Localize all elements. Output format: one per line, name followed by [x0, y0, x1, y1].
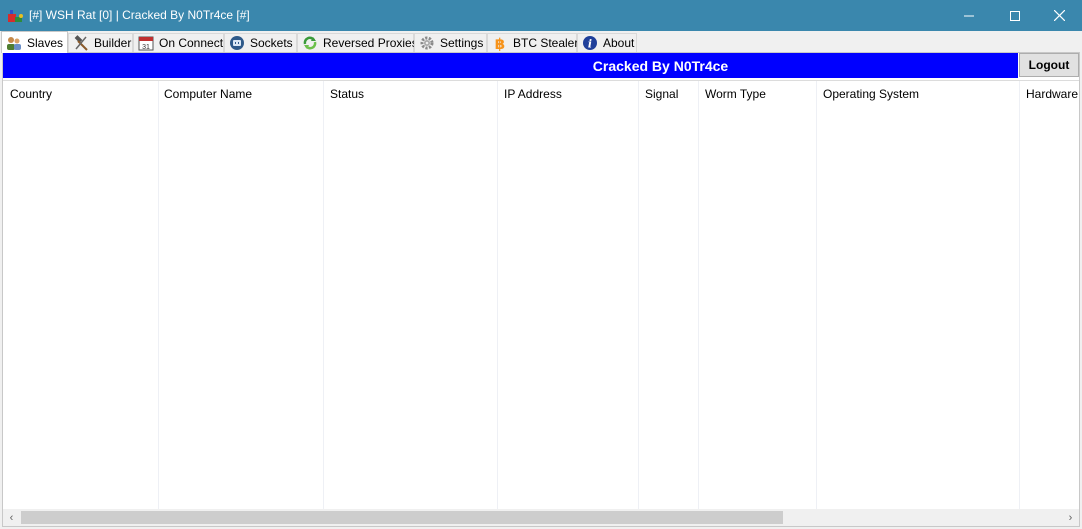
tab-reversed-proxies[interactable]: Reversed Proxies [297, 33, 418, 52]
scroll-left-button[interactable]: ‹ [3, 509, 20, 526]
column-divider[interactable] [158, 81, 159, 510]
column-header-signal[interactable]: Signal [645, 87, 678, 101]
tab-label: Sockets [250, 36, 293, 50]
tab-about[interactable]: i About [577, 33, 637, 52]
column-divider[interactable] [816, 81, 817, 510]
bitcoin-icon: ฿ [492, 35, 508, 51]
scroll-right-button[interactable]: › [1062, 509, 1079, 526]
tab-slaves[interactable]: Slaves [1, 31, 68, 53]
column-header-computer-name[interactable]: Computer Name [164, 87, 252, 101]
column-header-status[interactable]: Status [330, 87, 364, 101]
column-header-ip-address[interactable]: IP Address [504, 87, 562, 101]
tab-strip: Slaves Builder 31 On Connect Sockets Rev… [0, 31, 1082, 53]
close-icon [1053, 10, 1065, 21]
column-header-operating-system[interactable]: Operating System [823, 87, 919, 101]
tab-label: Reversed Proxies [323, 36, 418, 50]
tab-label: Settings [440, 36, 484, 50]
scroll-thumb[interactable] [21, 511, 783, 524]
column-divider[interactable] [323, 81, 324, 510]
column-divider[interactable] [638, 81, 639, 510]
column-header-hardware-id[interactable]: Hardware I [1026, 87, 1079, 101]
recycle-icon [302, 35, 318, 51]
title-bar[interactable]: [#] WSH Rat [0] | Cracked By N0Tr4ce [#] [0, 0, 1082, 31]
gear-icon [419, 35, 435, 51]
column-header-worm-type[interactable]: Worm Type [705, 87, 766, 101]
tab-label: Slaves [27, 35, 64, 50]
svg-text:31: 31 [142, 44, 150, 51]
chevron-right-icon: › [1068, 511, 1073, 524]
column-divider[interactable] [1019, 81, 1020, 510]
svg-text:฿: ฿ [495, 35, 505, 51]
minimize-icon [964, 15, 974, 16]
hammer-icon [73, 35, 89, 51]
users-icon [6, 35, 22, 51]
window-title: [#] WSH Rat [0] | Cracked By N0Tr4ce [#] [29, 8, 250, 22]
tab-label: On Connect [159, 36, 224, 50]
svg-text:i: i [588, 38, 592, 51]
tab-sockets[interactable]: Sockets [224, 33, 297, 52]
column-divider[interactable] [497, 81, 498, 510]
column-divider[interactable] [698, 81, 699, 510]
socket-icon [229, 35, 245, 51]
tab-label: BTC Stealer [513, 36, 579, 50]
tab-btc-stealer[interactable]: ฿ BTC Stealer [487, 33, 578, 52]
tab-label: About [603, 36, 635, 50]
minimize-button[interactable] [946, 0, 992, 31]
horizontal-scrollbar[interactable]: ‹ › [3, 509, 1079, 526]
tab-settings[interactable]: Settings [414, 33, 487, 52]
maximize-button[interactable] [992, 0, 1038, 31]
calendar-icon: 31 [138, 35, 154, 51]
logout-button[interactable]: Logout [1019, 53, 1079, 77]
chevron-left-icon: ‹ [9, 511, 14, 524]
column-header-country[interactable]: Country [10, 87, 52, 101]
info-icon: i [582, 35, 598, 51]
tab-on-connect[interactable]: 31 On Connect [133, 33, 224, 52]
maximize-icon [1010, 10, 1020, 21]
close-button[interactable] [1036, 0, 1082, 31]
slaves-list[interactable]: Country Computer Name Status IP Address … [3, 80, 1079, 510]
rat-app-icon [8, 10, 23, 22]
tab-builder[interactable]: Builder [68, 33, 133, 52]
slaves-panel: Cracked By N0Tr4ce Logout Country Comput… [2, 52, 1080, 527]
tab-label: Builder [94, 36, 132, 50]
cracked-banner: Cracked By N0Tr4ce [3, 53, 1018, 78]
